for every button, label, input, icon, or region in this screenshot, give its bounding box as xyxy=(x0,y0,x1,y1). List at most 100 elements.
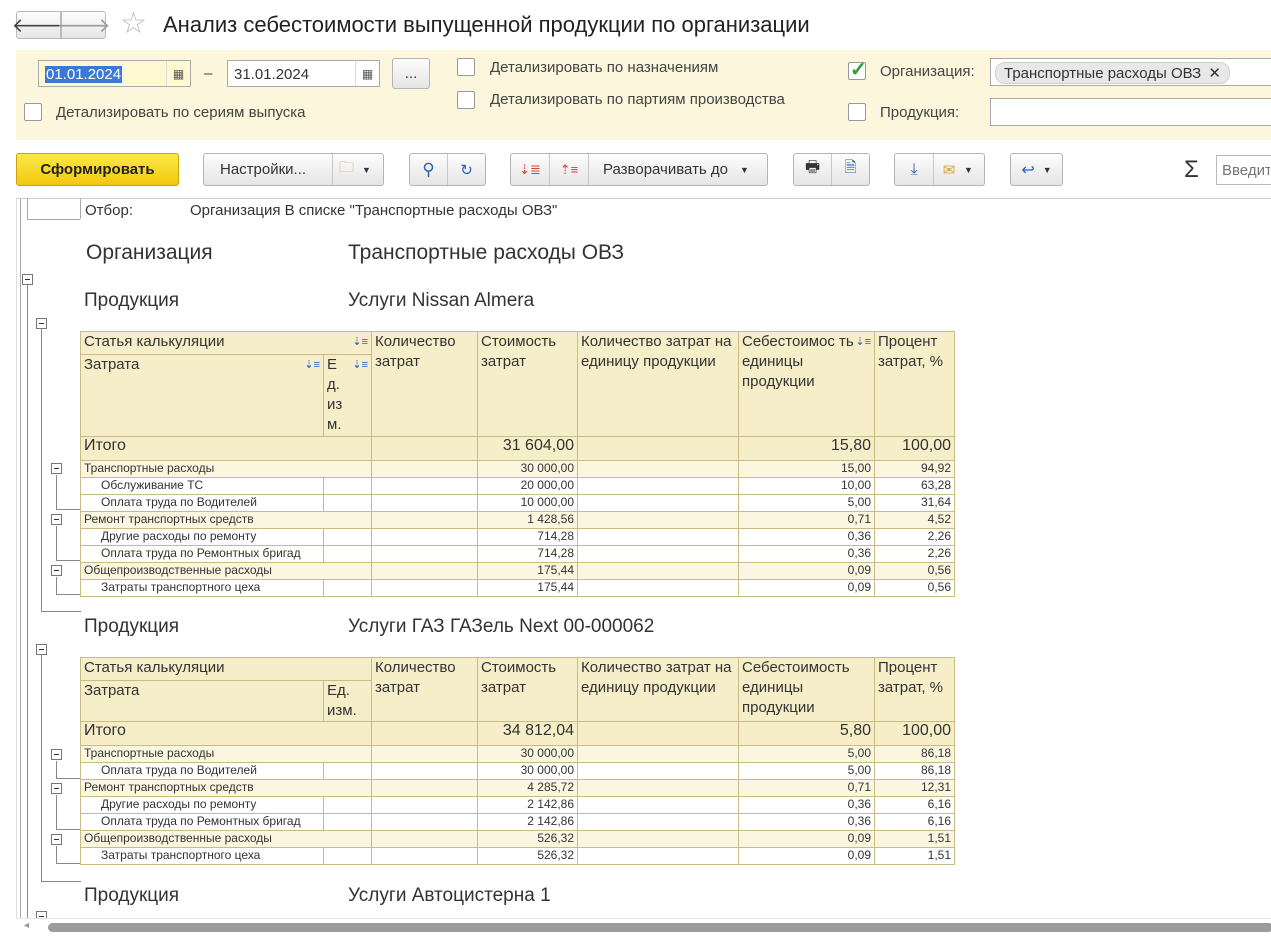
mail-icon[interactable]: ✉ xyxy=(934,161,964,179)
table-row: Затраты транспортного цеха 175,44 0,09 0… xyxy=(80,579,955,597)
cost-table: Статья калькуляции ⇣≡ Количество затрат С… xyxy=(80,331,955,597)
tree-collapse-icon[interactable] xyxy=(51,565,62,576)
tree-collapse-icon[interactable] xyxy=(36,911,47,918)
table-row: Затраты транспортного цеха 526,32 0,09 1… xyxy=(80,847,956,865)
search-input[interactable] xyxy=(1216,155,1271,185)
table-row: Оплата труда по Водителей 10 000,00 5,00… xyxy=(80,494,955,512)
detail-purpose-checkbox[interactable] xyxy=(457,58,475,76)
expand-groups-icon[interactable]: ⇡≡ xyxy=(550,162,588,178)
org-filter-checkbox[interactable]: ✓ xyxy=(848,59,867,81)
scrollbar-thumb[interactable] xyxy=(48,923,1271,932)
header-unit: Е д. из м. xyxy=(327,356,343,433)
collapse-groups-icon[interactable]: ⇣≣ xyxy=(511,162,549,178)
search-next-icon[interactable]: ↻ xyxy=(448,161,485,179)
chevron-down-icon[interactable]: ▼ xyxy=(964,165,984,175)
print-button-group: 🖶 🗎 xyxy=(793,153,870,186)
group-row: Ремонт транспортных средств 1 428,56 0,7… xyxy=(80,511,955,529)
table-row: Оплата труда по Ремонтных бригад 714,28 … xyxy=(80,545,955,563)
tree-collapse-icon[interactable] xyxy=(51,834,62,845)
tree-collapse-icon[interactable] xyxy=(36,318,47,329)
export-button-group: ⤓ ✉ ▼ xyxy=(894,153,985,186)
cost-table: Статья калькуляции Количество затрат Сто… xyxy=(79,657,956,865)
back-button[interactable]: 🡐 xyxy=(12,11,65,39)
sort-icon[interactable]: ⇣≡ xyxy=(352,356,368,376)
date-dash: – xyxy=(204,65,213,82)
header-qty-per-unit: Количество затрат на единицу продукции xyxy=(581,659,732,696)
calendar-icon[interactable]: ▦ xyxy=(166,61,190,86)
product-label: Продукция xyxy=(84,885,180,906)
table-row: Другие расходы по ремонту 714,28 0,36 2,… xyxy=(80,528,955,546)
detail-series-checkbox[interactable] xyxy=(24,103,42,121)
print-preview-icon[interactable]: 🗎 xyxy=(832,157,869,182)
product-label: Продукция xyxy=(84,290,180,311)
filter-label: Отбор: xyxy=(85,202,133,219)
settings-button-group: Настройки... 🗀 ▼ xyxy=(203,153,384,186)
group-row: Транспортные расходы 30 000,00 15,00 94,… xyxy=(80,460,955,478)
sort-icon[interactable]: ⇣≡ xyxy=(304,356,320,376)
total-row: Итого 31 604,00 15,80 100,00 xyxy=(80,436,955,461)
table-row: Оплата труда по Водителей 30 000,00 5,00… xyxy=(80,762,956,780)
org-filter-label: Организация: xyxy=(880,63,975,80)
table-row: Оплата труда по Ремонтных бригад 2 142,8… xyxy=(80,813,956,831)
page-title: Анализ себестоимости выпущенной продукци… xyxy=(163,12,810,37)
product-name: Услуги Автоцистерна 1 xyxy=(348,885,551,906)
chevron-down-icon[interactable]: ▼ xyxy=(354,165,371,175)
group-row: Ремонт транспортных средств 4 285,72 0,7… xyxy=(79,779,956,797)
header-cost-item: Затрата xyxy=(80,680,324,722)
header-cost-item: Затрата xyxy=(84,356,140,373)
horizontal-scrollbar[interactable]: ◂ xyxy=(16,918,1271,938)
undo-arrow-icon: ↩ xyxy=(1021,161,1035,179)
generate-button[interactable]: Сформировать xyxy=(16,153,179,186)
search-icon[interactable]: ⚲ xyxy=(410,160,447,180)
expand-to-button[interactable]: Разворачивать до xyxy=(589,161,728,178)
sum-icon[interactable]: Σ xyxy=(1184,156,1199,184)
print-icon[interactable]: 🖶 xyxy=(794,156,831,183)
report-spreadsheet[interactable]: Отбор: Организация В списке "Транспортны… xyxy=(16,198,1271,918)
header-quantity: Количество затрат xyxy=(375,659,456,696)
chevron-down-icon[interactable]: ▼ xyxy=(728,165,749,175)
calendar-icon[interactable]: ▦ xyxy=(355,61,379,86)
product-filter-checkbox[interactable] xyxy=(848,103,866,121)
period-select-button[interactable]: ... xyxy=(392,58,430,89)
settings-button[interactable]: Настройки... xyxy=(204,161,332,178)
title-bar: 🡐 🡒 ☆ Анализ себестоимости выпущенной пр… xyxy=(0,0,1271,50)
header-unit-cost: Себестоимость единицы продукции xyxy=(742,659,850,716)
actions-button[interactable]: ↩ ▼ xyxy=(1010,153,1063,186)
forward-button[interactable]: 🡒 xyxy=(57,11,110,39)
header-article: Статья калькуляции xyxy=(79,657,373,681)
header-unit-cost: Себестоимос ть единицы продукции xyxy=(742,333,854,390)
product-name: Услуги ГАЗ ГАЗель Next 00-000062 xyxy=(348,616,655,637)
product-filter-label: Продукция: xyxy=(880,104,960,121)
header-qty-per-unit: Количество затрат на единицу продукции xyxy=(581,333,732,370)
header-cost: Стоимость затрат xyxy=(481,659,557,696)
tree-collapse-icon[interactable] xyxy=(22,274,33,285)
favorite-star-icon[interactable]: ☆ xyxy=(120,9,147,39)
org-value: Транспортные расходы ОВЗ xyxy=(348,241,625,264)
header-quantity: Количество затрат xyxy=(375,333,456,370)
header-article: Статья калькуляции xyxy=(84,333,225,350)
scroll-left-icon[interactable]: ◂ xyxy=(24,920,29,931)
tree-collapse-icon[interactable] xyxy=(51,514,62,525)
detail-batches-checkbox[interactable] xyxy=(457,91,475,109)
sort-icon[interactable]: ⇣≡ xyxy=(352,333,368,353)
sort-icon[interactable]: ⇣≡ xyxy=(855,333,871,353)
save-download-icon[interactable]: ⤓ xyxy=(895,161,933,179)
parameters-panel: 01.01.2024 ▦ – 31.01.2024 ▦ ... Детализи… xyxy=(16,50,1271,140)
date-from-field[interactable]: 01.01.2024 ▦ xyxy=(38,60,191,87)
grouping-button-group: ⇣≣ ⇡≡ Разворачивать до ▼ xyxy=(510,153,768,186)
variant-folder-icon[interactable]: 🗀 xyxy=(333,157,354,182)
tree-collapse-icon[interactable] xyxy=(51,463,62,474)
org-filter-field[interactable]: Транспортные расходы ОВЗ ✕ xyxy=(990,58,1271,86)
group-row: Транспортные расходы 30 000,00 5,00 86,1… xyxy=(79,745,956,763)
tree-collapse-icon[interactable] xyxy=(36,644,47,655)
product-filter-field[interactable] xyxy=(990,98,1271,126)
remove-tag-icon[interactable]: ✕ xyxy=(1208,65,1221,82)
header-unit: Ед. изм. xyxy=(327,682,357,719)
tree-collapse-icon[interactable] xyxy=(51,749,62,760)
tree-collapse-icon[interactable] xyxy=(51,783,62,794)
detail-batches-label: Детализировать по партиям производства xyxy=(490,91,785,108)
arrow-right-icon: 🡒 xyxy=(56,14,111,37)
date-to-field[interactable]: 31.01.2024 ▦ xyxy=(227,60,380,87)
product-name: Услуги Nissan Almera xyxy=(348,290,535,311)
checkmark-icon: ✓ xyxy=(850,59,867,81)
